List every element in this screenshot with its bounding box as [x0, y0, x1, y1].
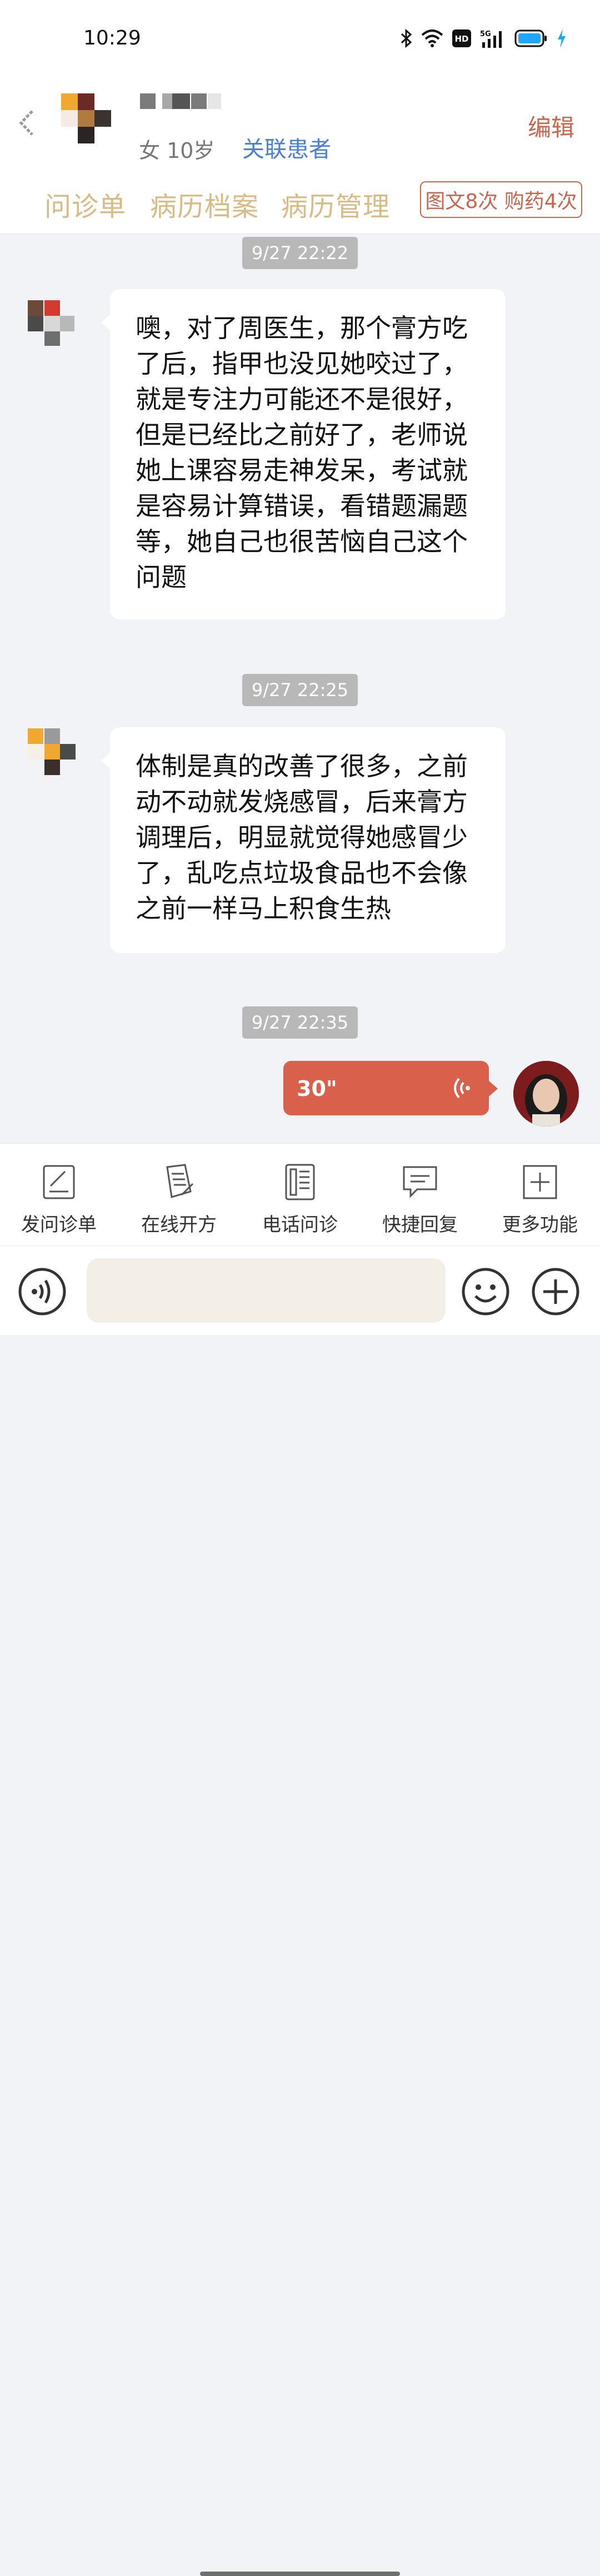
prescription-icon [159, 1163, 198, 1202]
message-timestamp: 9/27 22:25 [242, 674, 358, 706]
patient-avatar[interactable] [61, 93, 111, 143]
tab-consultation-form[interactable]: 问诊单 [44, 185, 126, 224]
online-prescription-button[interactable]: 在线开方 [123, 1163, 234, 1237]
form-icon [39, 1163, 78, 1202]
tool-label: 电话问诊 [262, 1214, 338, 1236]
voice-wave-icon [448, 1074, 476, 1102]
hd-icon: HD [452, 29, 471, 47]
link-patient-button[interactable]: 关联患者 [242, 131, 331, 163]
tool-label: 发问诊单 [21, 1214, 97, 1236]
more-functions-button[interactable]: 更多功能 [484, 1163, 596, 1237]
status-time: 10:29 [83, 27, 141, 49]
patient-message-avatar [28, 728, 83, 784]
voice-duration: 30" [297, 1076, 337, 1101]
tab-records-management[interactable]: 病历管理 [281, 185, 390, 224]
bottom-toolbar: 发问诊单 在线开方 电话问诊 快捷回复 更多功能 [0, 1143, 600, 1246]
message-timestamp: 9/27 22:35 [242, 1006, 358, 1039]
patient-gender-age: 女 10岁 [139, 138, 215, 163]
doctor-avatar[interactable] [513, 1061, 579, 1126]
header: 10:29 HD 5G 女 10岁 关联患者 编辑 问诊单 病历档案 病历管理 … [0, 0, 600, 234]
message-timestamp: 9/27 22:22 [242, 237, 358, 269]
tab-medical-records[interactable]: 病历档案 [150, 185, 259, 224]
status-icons: HD 5G [400, 29, 567, 48]
patient-name-redacted [140, 93, 223, 109]
voice-message-bubble[interactable]: 30" [283, 1061, 498, 1115]
tool-label: 在线开方 [141, 1214, 217, 1236]
battery-icon [514, 29, 548, 47]
home-indicator [200, 2572, 400, 2576]
signal-5g-icon: 5G [480, 29, 506, 48]
network-text: 5G [480, 30, 491, 38]
quick-reply-icon [401, 1163, 439, 1202]
voice-input-toggle-icon[interactable] [18, 1267, 67, 1316]
message-bubble[interactable]: 噢，对了周医生，那个膏方吃了后，指甲也没见她咬过了，就是专注力可能还不是很好，但… [101, 289, 506, 619]
emoji-icon[interactable] [461, 1267, 510, 1316]
charging-icon [557, 29, 567, 48]
plus-icon[interactable] [531, 1267, 580, 1316]
more-icon [521, 1163, 559, 1202]
back-icon[interactable] [18, 109, 37, 137]
bluetooth-icon [400, 29, 412, 48]
input-bar [0, 1245, 600, 2576]
message-input[interactable] [87, 1258, 446, 1323]
patient-message-avatar [28, 284, 83, 346]
phone-icon [281, 1163, 319, 1202]
quota-badge[interactable]: 图文8次 购药4次 [420, 181, 582, 218]
send-form-button[interactable]: 发问诊单 [3, 1163, 114, 1237]
quick-reply-button[interactable]: 快捷回复 [364, 1163, 476, 1237]
phone-consultation-button[interactable]: 电话问诊 [244, 1163, 356, 1237]
hd-text: HD [454, 34, 468, 44]
tool-label: 快捷回复 [382, 1214, 458, 1236]
tool-label: 更多功能 [502, 1214, 578, 1236]
message-bubble[interactable]: 体制是真的改善了很多，之前动不动就发烧感冒，后来膏方调理后，明显就觉得她感冒少了… [101, 727, 506, 953]
edit-button[interactable]: 编辑 [528, 109, 574, 143]
wifi-icon [421, 29, 443, 47]
